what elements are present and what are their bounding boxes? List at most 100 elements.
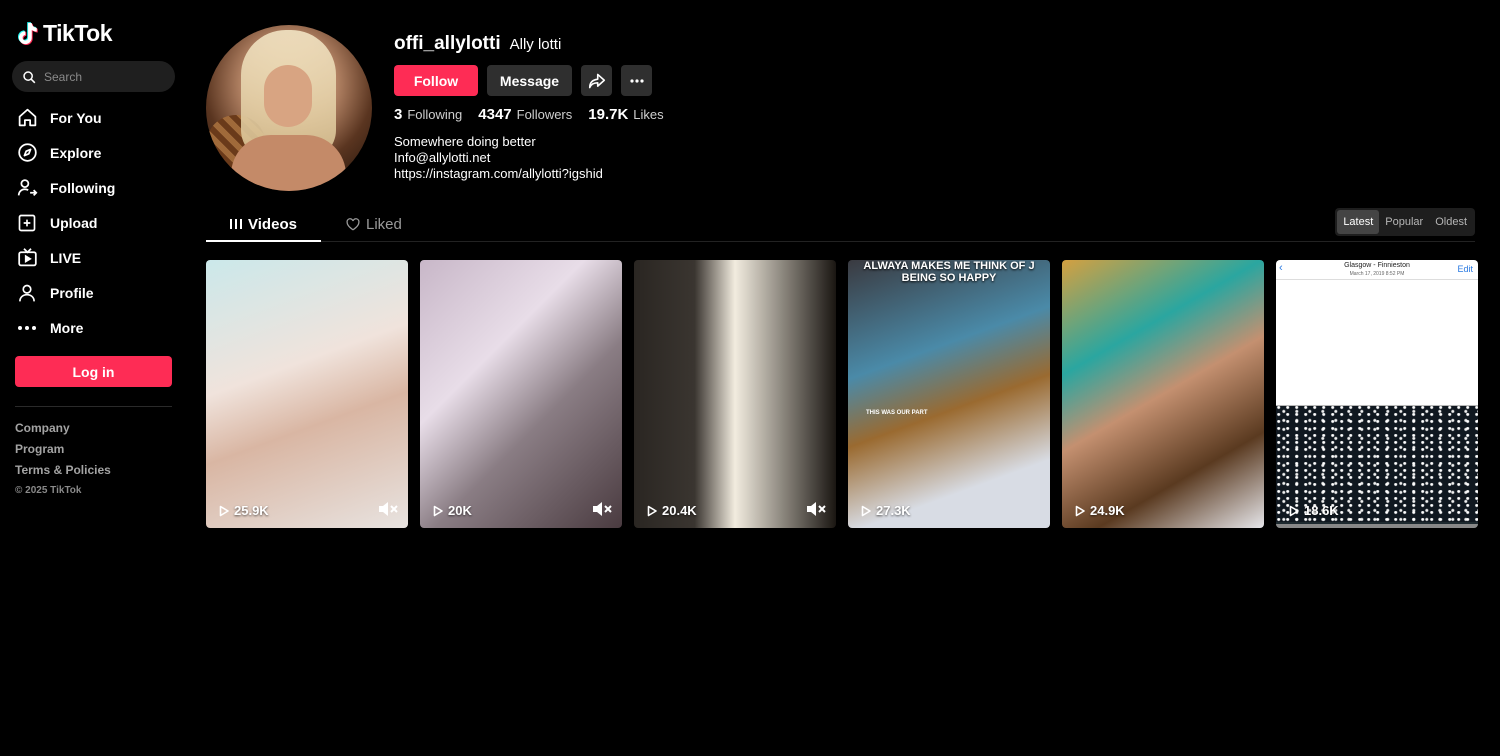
brand-name: TikTok (43, 20, 113, 46)
nav-label: LIVE (50, 249, 82, 266)
video-subcaption: THIS WAS OUR PART (866, 410, 928, 416)
bio-line: Somewhere doing better (394, 134, 536, 149)
more-dots-icon (16, 317, 38, 339)
bio-email: Info@allylotti.net (394, 150, 491, 165)
message-button[interactable]: Message (487, 65, 572, 96)
nav-item-live[interactable]: LIVE (16, 240, 176, 275)
search-icon (23, 70, 36, 83)
view-count: 24.9K (1074, 503, 1125, 518)
video-caption: ALWAYA MAKES ME THINK OF J BEING SO HAPP… (863, 260, 1035, 284)
nav-item-following[interactable]: Following (16, 170, 176, 205)
tv-icon (16, 247, 38, 269)
tab-label: Videos (248, 215, 297, 233)
home-icon (16, 107, 38, 129)
screen-date: March 17, 2019 8:52 PM (1349, 271, 1405, 277)
screen-title: Glasgow - Finnieston (1344, 262, 1410, 269)
search-box[interactable] (12, 61, 175, 92)
avatar-face-shape (264, 65, 312, 127)
stat-label: Followers (516, 107, 573, 122)
share-icon (588, 73, 605, 88)
tab-videos[interactable]: Videos (206, 208, 321, 242)
profile-actions: Follow Message (394, 65, 652, 96)
stat-value: 19.7K (588, 106, 629, 123)
profile-display-name: Ally lotti (509, 36, 562, 53)
play-icon (861, 505, 871, 516)
sort-popular[interactable]: Popular (1379, 210, 1429, 234)
sort-oldest[interactable]: Oldest (1429, 210, 1473, 234)
video-card[interactable]: 24.9K (1062, 260, 1264, 528)
sort-toggle: Latest Popular Oldest (1335, 208, 1475, 236)
profile-stats: 3 Following 4347 Followers 19.7K Likes (394, 106, 664, 123)
nav-item-more[interactable]: More (16, 310, 176, 345)
nav-item-explore[interactable]: Explore (16, 135, 176, 170)
video-card[interactable]: 25.9K (206, 260, 408, 528)
sidebar-footer: Company Program Terms & Policies © 2025 … (15, 421, 111, 496)
stat-value: 3 (394, 106, 403, 123)
profile-username: offi_allylotti (394, 33, 501, 54)
play-icon (647, 505, 657, 516)
user-icon (16, 282, 38, 304)
plus-square-icon (16, 212, 38, 234)
footer-link-terms[interactable]: Terms & Policies (15, 463, 111, 484)
profile-tabs: Videos Liked Latest Popular Oldest (206, 208, 1475, 242)
muted-speaker-icon[interactable] (378, 501, 398, 517)
view-count-value: 20.4K (662, 503, 697, 518)
more-horizontal-icon (629, 78, 644, 83)
nav-item-upload[interactable]: Upload (16, 205, 176, 240)
view-count: 18.6K (1288, 503, 1339, 518)
stat-following[interactable]: 3 Following (394, 106, 462, 123)
share-button[interactable] (581, 65, 612, 96)
video-card[interactable]: 20K (420, 260, 622, 528)
view-count: 25.9K (218, 503, 269, 518)
tiktok-profile-page: TikTok For You Explore (0, 0, 1500, 756)
tiktok-logo[interactable]: TikTok (18, 20, 113, 47)
stat-followers[interactable]: 4347 Followers (478, 106, 572, 123)
nav-label: More (50, 319, 84, 336)
progress-bar (1276, 524, 1478, 528)
compass-icon (16, 142, 38, 164)
video-card[interactable]: 20.4K (634, 260, 836, 528)
play-icon (1289, 505, 1299, 516)
stat-label: Likes (633, 107, 664, 122)
muted-speaker-icon[interactable] (806, 501, 826, 517)
avatar-body-shape (231, 135, 346, 191)
view-count: 27.3K (860, 503, 911, 518)
user-follow-icon (16, 177, 38, 199)
view-count-value: 27.3K (876, 503, 911, 518)
follow-button[interactable]: Follow (394, 65, 478, 96)
login-button[interactable]: Log in (15, 356, 172, 387)
view-count-value: 24.9K (1090, 503, 1125, 518)
copyright: © 2025 TikTok (15, 485, 82, 496)
stat-likes: 19.7K Likes (588, 106, 663, 123)
chevron-left-icon: ‹ (1279, 262, 1283, 274)
video-card[interactable]: ALWAYA MAKES ME THINK OF J BEING SO HAPP… (848, 260, 1050, 528)
video-card[interactable]: Glasgow - Finnieston March 17, 2019 8:52… (1276, 260, 1478, 528)
nav-label: Following (50, 179, 116, 196)
stat-value: 4347 (478, 106, 512, 123)
tab-liked[interactable]: Liked (346, 208, 402, 241)
footer-link-program[interactable]: Program (15, 442, 111, 463)
play-icon (219, 505, 229, 516)
profile-avatar (206, 25, 372, 191)
profile-names: offi_allylotti Ally lotti (394, 33, 561, 55)
screenshot-header: Glasgow - Finnieston March 17, 2019 8:52… (1276, 260, 1478, 280)
view-count-value: 18.6K (1304, 503, 1339, 518)
muted-speaker-icon[interactable] (592, 501, 612, 517)
play-icon (433, 505, 443, 516)
sort-latest[interactable]: Latest (1337, 210, 1380, 234)
nav-label: Explore (50, 144, 102, 161)
nav-label: For You (50, 109, 102, 126)
search-input[interactable] (44, 69, 164, 84)
tab-label: Liked (366, 216, 402, 233)
bio-link[interactable]: https://instagram.com/allylotti?igshid (394, 166, 603, 182)
nav-item-profile[interactable]: Profile (16, 275, 176, 310)
nav-label: Upload (50, 214, 98, 231)
footer-link-company[interactable]: Company (15, 421, 111, 442)
view-count-value: 20K (448, 503, 472, 518)
main-nav: For You Explore Following Upload LIVE Pr… (16, 100, 176, 345)
more-options-button[interactable] (621, 65, 652, 96)
nav-label: Profile (50, 284, 94, 301)
view-count: 20K (432, 503, 472, 518)
sidebar: TikTok For You Explore (0, 0, 188, 756)
nav-item-for-you[interactable]: For You (16, 100, 176, 135)
